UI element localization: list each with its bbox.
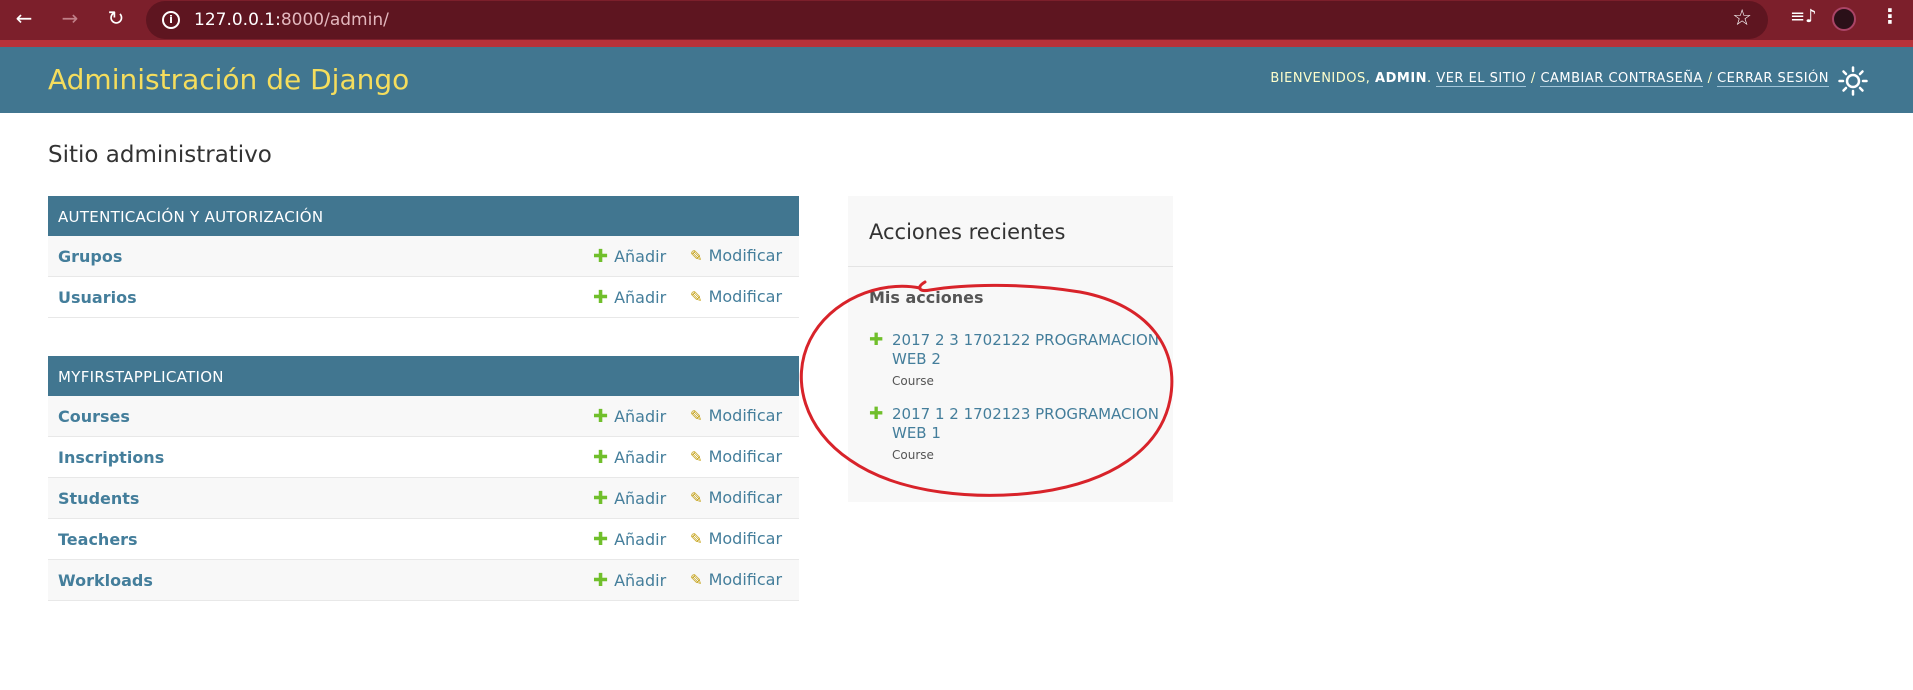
site-info-icon[interactable]: i bbox=[162, 11, 180, 29]
pencil-icon: ✎ bbox=[690, 530, 703, 548]
model-link[interactable]: Courses bbox=[58, 407, 130, 426]
change-link[interactable]: ✎ Modificar bbox=[690, 529, 782, 548]
model-row-inscriptions: Inscriptions ✚ Añadir ✎ Modificar bbox=[48, 437, 799, 478]
app-module-myfirstapplication: MYFIRSTAPPLICATION Courses ✚ Añadir ✎ Modi… bbox=[48, 356, 799, 601]
change-link[interactable]: ✎ Modificar bbox=[690, 287, 782, 306]
media-playlist-icon[interactable]: ≡♪ bbox=[1790, 6, 1817, 27]
model-row-workloads: Workloads ✚ Añadir ✎ Modificar bbox=[48, 560, 799, 601]
addition-icon: ✚ bbox=[869, 404, 884, 424]
recent-action-link[interactable]: 2017 1 2 1702123 PROGRAMACION WEB 1 bbox=[892, 405, 1162, 443]
pencil-icon: ✎ bbox=[690, 571, 703, 589]
divider bbox=[848, 266, 1173, 267]
address-bar[interactable]: i 127.0.0.1:8000/admin/ ☆ bbox=[146, 1, 1768, 39]
theme-toggle-sun-icon[interactable] bbox=[1838, 66, 1868, 96]
add-link[interactable]: ✚ Añadir bbox=[593, 570, 666, 591]
forward-icon[interactable]: → bbox=[56, 4, 84, 32]
recent-action-type: Course bbox=[892, 374, 934, 388]
logout-link[interactable]: Cerrar sesión bbox=[1717, 71, 1829, 87]
recent-action-item: ✚ 2017 2 3 1702122 PROGRAMACION WEB 2 Co… bbox=[869, 330, 1159, 390]
model-row-teachers: Teachers ✚ Añadir ✎ Modificar bbox=[48, 519, 799, 560]
plus-icon: ✚ bbox=[593, 287, 609, 308]
change-password-link[interactable]: Cambiar contraseña bbox=[1540, 71, 1703, 87]
add-link[interactable]: ✚ Añadir bbox=[593, 287, 666, 308]
plus-icon: ✚ bbox=[593, 406, 609, 427]
model-row-courses: Courses ✚ Añadir ✎ Modificar bbox=[48, 396, 799, 437]
pencil-icon: ✎ bbox=[690, 489, 703, 507]
model-link[interactable]: Inscriptions bbox=[58, 448, 164, 467]
plus-icon: ✚ bbox=[593, 570, 609, 591]
view-site-link[interactable]: Ver el sitio bbox=[1436, 71, 1527, 87]
recent-action-type: Course bbox=[892, 448, 934, 462]
module-caption[interactable]: AUTENTICACIÓN Y AUTORIZACIÓN bbox=[48, 196, 799, 236]
page-title: Sitio administrativo bbox=[48, 142, 272, 168]
plus-icon: ✚ bbox=[593, 488, 609, 509]
model-row-usuarios: Usuarios ✚ Añadir ✎ Modificar bbox=[48, 277, 799, 318]
model-link[interactable]: Usuarios bbox=[58, 288, 137, 307]
recent-actions-title: Acciones recientes bbox=[869, 220, 1066, 244]
model-link[interactable]: Workloads bbox=[58, 571, 153, 590]
add-link[interactable]: ✚ Añadir bbox=[593, 529, 666, 550]
my-actions-heading: Mis acciones bbox=[869, 288, 984, 307]
browser-toolbar: ← → ↻ i 127.0.0.1:8000/admin/ ☆ ≡♪ ⋮ bbox=[0, 0, 1913, 40]
pencil-icon: ✎ bbox=[690, 407, 703, 425]
add-link[interactable]: ✚ Añadir bbox=[593, 246, 666, 267]
reload-icon[interactable]: ↻ bbox=[102, 4, 130, 32]
change-link[interactable]: ✎ Modificar bbox=[690, 447, 782, 466]
username: admin bbox=[1375, 71, 1428, 86]
add-link[interactable]: ✚ Añadir bbox=[593, 406, 666, 427]
url-text[interactable]: 127.0.0.1:8000/admin/ bbox=[194, 10, 389, 30]
site-branding[interactable]: Administración de Django bbox=[48, 63, 409, 96]
model-row-students: Students ✚ Añadir ✎ Modificar bbox=[48, 478, 799, 519]
back-icon[interactable]: ← bbox=[10, 4, 38, 32]
change-link[interactable]: ✎ Modificar bbox=[690, 570, 782, 589]
separator: / bbox=[1530, 71, 1536, 86]
model-link[interactable]: Students bbox=[58, 489, 139, 508]
model-row-grupos: Grupos ✚ Añadir ✎ Modificar bbox=[48, 236, 799, 277]
plus-icon: ✚ bbox=[593, 529, 609, 550]
change-link[interactable]: ✎ Modificar bbox=[690, 246, 782, 265]
plus-icon: ✚ bbox=[593, 246, 609, 267]
add-link[interactable]: ✚ Añadir bbox=[593, 447, 666, 468]
addition-icon: ✚ bbox=[869, 330, 884, 350]
browser-toolbar-edge bbox=[0, 40, 1913, 47]
model-link[interactable]: Grupos bbox=[58, 247, 122, 266]
recent-action-item: ✚ 2017 1 2 1702123 PROGRAMACION WEB 1 Co… bbox=[869, 404, 1159, 464]
browser-menu-icon[interactable]: ⋮ bbox=[1880, 4, 1900, 28]
module-caption[interactable]: MYFIRSTAPPLICATION bbox=[48, 356, 799, 396]
plus-icon: ✚ bbox=[593, 447, 609, 468]
pencil-icon: ✎ bbox=[690, 448, 703, 466]
bookmark-star-icon[interactable]: ☆ bbox=[1732, 6, 1752, 31]
pencil-icon: ✎ bbox=[690, 247, 703, 265]
app-module-auth: AUTENTICACIÓN Y AUTORIZACIÓN Grupos ✚ Aña… bbox=[48, 196, 799, 318]
profile-avatar[interactable] bbox=[1832, 7, 1856, 31]
change-link[interactable]: ✎ Modificar bbox=[690, 406, 782, 425]
recent-actions-panel: Acciones recientes Mis acciones ✚ 2017 2… bbox=[848, 196, 1173, 502]
change-link[interactable]: ✎ Modificar bbox=[690, 488, 782, 507]
model-link[interactable]: Teachers bbox=[58, 530, 138, 549]
welcome-text: Bienvenidos, bbox=[1270, 71, 1371, 86]
user-tools: Bienvenidos, admin. Ver el sitio / Cambi… bbox=[1270, 71, 1829, 87]
add-link[interactable]: ✚ Añadir bbox=[593, 488, 666, 509]
site-header: Administración de Django Bienvenidos, ad… bbox=[0, 47, 1913, 113]
separator: / bbox=[1707, 71, 1713, 86]
pencil-icon: ✎ bbox=[690, 288, 703, 306]
recent-action-link[interactable]: 2017 2 3 1702122 PROGRAMACION WEB 2 bbox=[892, 331, 1162, 369]
